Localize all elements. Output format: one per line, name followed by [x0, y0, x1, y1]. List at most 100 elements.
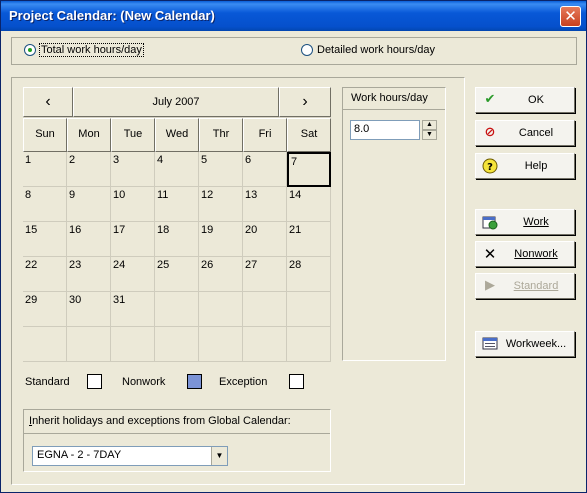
day-cell[interactable]: 2 [67, 152, 111, 187]
day-cell[interactable]: 23 [67, 257, 111, 292]
detailed-work-hours-radio[interactable]: Detailed work hours/day [301, 44, 435, 56]
arrow-up-icon: ▲ [426, 121, 433, 128]
play-icon: ▶ [485, 278, 495, 293]
weekday-header: Sat [287, 118, 331, 152]
empty-day-cell [111, 327, 155, 362]
close-icon: ✕ [564, 7, 577, 25]
ok-button[interactable]: ✔ OK [475, 87, 575, 113]
hours-mode-group: Total work hours/day Detailed work hours… [11, 37, 577, 65]
day-cell[interactable]: 4 [155, 152, 199, 187]
chevron-right-icon: › [302, 93, 308, 110]
x-icon: ✕ [483, 245, 497, 263]
day-cell[interactable]: 22 [23, 257, 67, 292]
empty-day-cell [23, 327, 67, 362]
workweek-label: Workweek... [505, 338, 567, 350]
work-label: Work [523, 216, 549, 228]
cancel-label: Cancel [518, 127, 554, 139]
legend-standard-swatch [87, 374, 102, 389]
legend-standard-label: Standard [25, 376, 70, 388]
standard-button[interactable]: ▶ Standard [475, 273, 575, 299]
dropdown-arrow-icon[interactable]: ▼ [211, 447, 227, 465]
cancel-icon: ⊘ [484, 125, 496, 140]
nonwork-label: Nonwork [514, 248, 558, 260]
standard-label: Standard [513, 280, 559, 292]
work-calendar-icon [482, 214, 498, 230]
inherit-panel: Inherit holidays and exceptions from Glo… [23, 409, 331, 472]
day-cell[interactable]: 16 [67, 222, 111, 257]
weekday-header: Tue [111, 118, 155, 152]
day-cell[interactable]: 11 [155, 187, 199, 222]
day-cell[interactable]: 5 [199, 152, 243, 187]
nonwork-button[interactable]: ✕ Nonwork [475, 241, 575, 267]
total-work-hours-label: Total work hours/day [39, 43, 144, 57]
empty-day-cell [287, 292, 331, 327]
day-cell[interactable]: 20 [243, 222, 287, 257]
month-calendar: ‹ July 2007 › Sun Mon Tue Wed Thr Fri Sat 1234… [23, 87, 331, 362]
work-button[interactable]: Work [475, 209, 575, 235]
day-cell[interactable]: 25 [155, 257, 199, 292]
day-cell[interactable]: 29 [23, 292, 67, 327]
day-cell[interactable]: 12 [199, 187, 243, 222]
legend-nonwork-label: Nonwork [122, 376, 166, 388]
close-button[interactable]: ✕ [560, 6, 581, 27]
empty-day-cell [155, 327, 199, 362]
weekday-header: Thr [199, 118, 243, 152]
day-cell[interactable]: 28 [287, 257, 331, 292]
day-cell[interactable]: 24 [111, 257, 155, 292]
day-cell[interactable]: 6 [243, 152, 287, 187]
workweek-icon [482, 336, 498, 352]
day-cell[interactable]: 30 [67, 292, 111, 327]
spin-down-button[interactable]: ▼ [422, 130, 437, 140]
day-cell[interactable]: 19 [199, 222, 243, 257]
cancel-button[interactable]: ⊘ Cancel [475, 120, 575, 146]
detailed-work-hours-label: Detailed work hours/day [317, 44, 436, 56]
day-cell[interactable]: 31 [111, 292, 155, 327]
global-calendar-select[interactable]: EGNA - 2 - 7DAY ▼ [32, 446, 228, 466]
day-cell[interactable]: 1 [23, 152, 67, 187]
help-button[interactable]: ? Help [475, 153, 575, 179]
day-cell[interactable]: 21 [287, 222, 331, 257]
spin-up-button[interactable]: ▲ [422, 120, 437, 130]
day-cell[interactable]: 3 [111, 152, 155, 187]
inherit-label: Inherit holidays and exceptions from Glo… [24, 410, 330, 434]
global-calendar-value: EGNA - 2 - 7DAY [37, 449, 122, 461]
work-hours-panel: Work hours/day 8.0 ▲ ▼ [342, 87, 446, 361]
day-cell[interactable]: 15 [23, 222, 67, 257]
total-work-hours-radio[interactable]: Total work hours/day [24, 43, 144, 57]
inherit-label-text: nherit holidays and exceptions from Glob… [32, 415, 291, 427]
empty-day-cell [67, 327, 111, 362]
prev-month-button[interactable]: ‹ [23, 87, 73, 117]
legend-exception-label: Exception [219, 376, 268, 388]
weekday-header: Fri [243, 118, 287, 152]
day-cell[interactable]: 13 [243, 187, 287, 222]
next-month-button[interactable]: › [279, 87, 331, 117]
workweek-button[interactable]: Workweek... [475, 331, 575, 357]
work-hours-header: Work hours/day [343, 88, 445, 110]
empty-day-cell [243, 327, 287, 362]
weekday-header: Sun [23, 118, 67, 152]
empty-day-cell [243, 292, 287, 327]
chevron-left-icon: ‹ [45, 93, 51, 110]
arrow-down-icon: ▼ [426, 131, 433, 138]
legend-nonwork-swatch [187, 374, 202, 389]
day-cell[interactable]: 14 [287, 187, 331, 222]
svg-text:?: ? [487, 162, 493, 173]
day-cell[interactable]: 18 [155, 222, 199, 257]
help-icon: ? [482, 158, 498, 174]
empty-day-cell [199, 327, 243, 362]
weekday-header: Wed [155, 118, 199, 152]
checkmark-icon: ✔ [484, 92, 496, 107]
month-label: July 2007 [73, 87, 279, 117]
project-calendar-dialog: Project Calendar: (New Calendar) ✕ Total… [0, 0, 587, 493]
day-cell[interactable]: 7 [287, 152, 331, 187]
day-cell[interactable]: 26 [199, 257, 243, 292]
day-cell[interactable]: 17 [111, 222, 155, 257]
title-bar: Project Calendar: (New Calendar) ✕ [1, 1, 586, 31]
work-hours-input[interactable]: 8.0 [350, 120, 420, 140]
empty-day-cell [199, 292, 243, 327]
day-cell[interactable]: 10 [111, 187, 155, 222]
help-label: Help [524, 160, 548, 172]
day-cell[interactable]: 9 [67, 187, 111, 222]
day-cell[interactable]: 8 [23, 187, 67, 222]
day-cell[interactable]: 27 [243, 257, 287, 292]
